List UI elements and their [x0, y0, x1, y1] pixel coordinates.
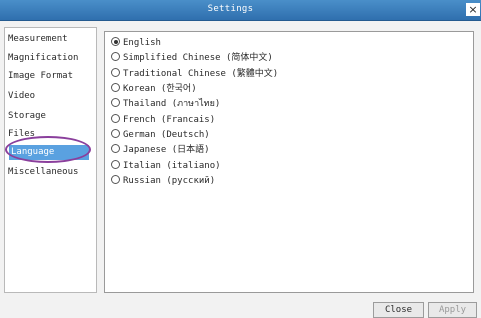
- annotation-ring: [5, 136, 91, 163]
- language-option[interactable]: English: [111, 37, 161, 50]
- radio-icon[interactable]: [111, 114, 120, 123]
- radio-checked-icon[interactable]: [111, 37, 120, 46]
- radio-icon[interactable]: [111, 52, 120, 61]
- radio-icon[interactable]: [111, 98, 120, 107]
- language-option[interactable]: Japanese (日本語): [111, 144, 210, 157]
- language-option-label: English: [123, 38, 161, 48]
- language-option[interactable]: Russian (русский): [111, 175, 215, 188]
- window-title: Settings: [207, 4, 254, 14]
- sidebar-item-measurement[interactable]: Measurement: [8, 32, 92, 47]
- close-button[interactable]: Close: [373, 302, 424, 318]
- sidebar-item-miscellaneous[interactable]: Miscellaneous: [8, 165, 92, 180]
- language-option[interactable]: French (Francais): [111, 114, 215, 127]
- language-option[interactable]: Simplified Chinese (简体中文): [111, 52, 273, 65]
- language-option[interactable]: Thailand (ภาษาไทย): [111, 98, 220, 111]
- language-option-label: Traditional Chinese (繁體中文): [123, 69, 279, 79]
- language-option-label: French (Francais): [123, 115, 216, 125]
- title-bar: Settings ×: [0, 0, 481, 21]
- language-option-label: Italian (italiano): [123, 161, 221, 171]
- language-option[interactable]: Italian (italiano): [111, 160, 221, 173]
- language-option-label: German (Deutsch): [123, 130, 210, 140]
- radio-icon[interactable]: [111, 68, 120, 77]
- sidebar-item-storage[interactable]: Storage: [8, 109, 92, 124]
- apply-button[interactable]: Apply: [428, 302, 477, 318]
- language-option-label: Simplified Chinese (简体中文): [123, 53, 273, 63]
- language-option-label: Japanese (日本語): [123, 145, 210, 155]
- close-window-icon[interactable]: ×: [466, 3, 480, 16]
- language-options-panel: English Simplified Chinese (简体中文) Tradit…: [104, 31, 474, 293]
- sidebar-item-image-format[interactable]: Image Format: [8, 69, 92, 84]
- language-option-label: Thailand (ภาษาไทย): [123, 99, 221, 109]
- language-option-label: Russian (русский): [123, 176, 216, 186]
- sidebar-item-video[interactable]: Video: [8, 89, 92, 104]
- radio-icon[interactable]: [111, 175, 120, 184]
- radio-icon[interactable]: [111, 160, 120, 169]
- radio-icon[interactable]: [111, 144, 120, 153]
- language-option[interactable]: Korean (한국어): [111, 83, 197, 96]
- language-option[interactable]: German (Deutsch): [111, 129, 210, 142]
- language-option[interactable]: Traditional Chinese (繁體中文): [111, 68, 278, 81]
- sidebar-item-magnification[interactable]: Magnification: [8, 51, 92, 66]
- language-option-label: Korean (한국어): [123, 84, 197, 94]
- radio-icon[interactable]: [111, 129, 120, 138]
- radio-icon[interactable]: [111, 83, 120, 92]
